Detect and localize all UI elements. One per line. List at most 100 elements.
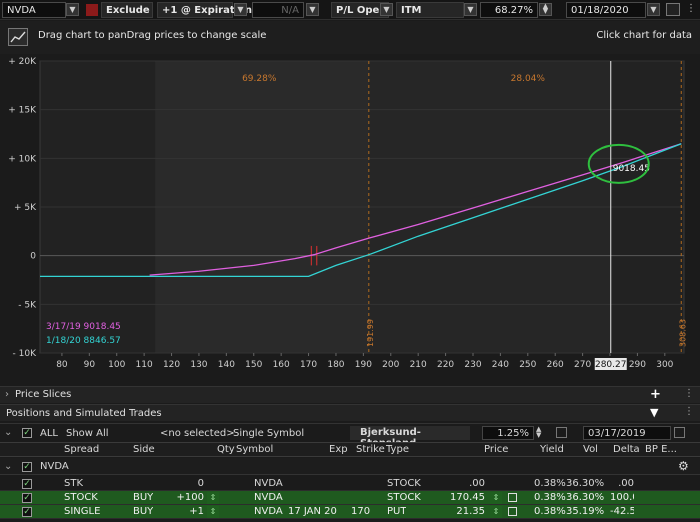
x-tick-label: 250 (519, 360, 536, 370)
more-icon[interactable]: ⋮ (686, 3, 696, 16)
price-stepper-icon[interactable]: ⇕ (490, 492, 502, 504)
group-row[interactable]: ⌄ ✓ NVDA ⚙ (0, 458, 700, 475)
simulation-date-field[interactable]: 03/17/2019 (583, 426, 671, 440)
row-checkbox[interactable]: ✓ (22, 493, 32, 503)
positions-section[interactable]: Positions and Simulated Trades ▼ ⋮ (0, 404, 700, 421)
x-tick-label: 100 (108, 360, 125, 370)
x-tick-label: 220 (437, 360, 454, 370)
col-type[interactable]: Type (386, 444, 409, 455)
y-tick-label: - 5K (18, 300, 37, 310)
col-yield[interactable]: Yield (540, 444, 564, 455)
na-field[interactable]: N/A (252, 2, 304, 18)
row-checkbox[interactable]: ✓ (22, 507, 32, 517)
x-tick-label: 90 (84, 360, 96, 370)
table-row[interactable]: ✓ STOCK BUY +100 NVDA STOCK 170.45 0.38% 36.30% 1… (0, 491, 700, 505)
cell-spread: STOCK (64, 492, 98, 503)
y-tick-label: + 5K (14, 203, 37, 213)
col-qty[interactable]: Qty (217, 444, 235, 455)
cell-delta: .00 (618, 478, 634, 489)
date-field[interactable]: 01/18/2020 (566, 2, 646, 18)
symbol-input[interactable]: NVDA (2, 2, 66, 18)
group-settings-gear-icon[interactable]: ⚙ (678, 459, 689, 473)
group-checkbox[interactable]: ✓ (22, 462, 32, 472)
group-chevron-icon[interactable]: ⌄ (4, 461, 12, 472)
date-dropdown-icon[interactable]: ▼ (647, 3, 660, 16)
cell-symbol: NVDA (254, 478, 283, 489)
col-spread[interactable]: Spread (64, 444, 99, 455)
price-lock-icon[interactable] (508, 507, 517, 516)
all-checkbox[interactable]: ✓ (22, 428, 32, 438)
qty-stepper-icon[interactable]: ⇕ (207, 506, 219, 518)
cell-price: .00 (469, 478, 485, 489)
cell-delta: 100.00 (610, 492, 634, 503)
cell-type: STOCK (387, 492, 421, 503)
rate-lock-icon[interactable] (556, 427, 567, 438)
price-stepper-icon[interactable]: ⇕ (490, 506, 502, 518)
exclude-button[interactable]: Exclude (101, 2, 153, 18)
col-exp[interactable]: Exp (329, 444, 348, 455)
x-tick-label: 150 (245, 360, 262, 370)
model-selector[interactable]: Bjerksund-Stensland (350, 426, 470, 449)
chart-settings-icon[interactable] (8, 28, 28, 46)
chart-info-bar: Drag chart to panDrag prices to change s… (0, 21, 700, 54)
itm-selector[interactable]: ITM (396, 2, 464, 18)
y-tick-label: + 20K (8, 57, 37, 67)
x-tick-label: 190 (355, 360, 372, 370)
row-checkbox[interactable]: ✓ (22, 479, 32, 489)
table-row[interactable]: ✓ SINGLE BUY +1 NVDA 17 JAN 20 170 PUT 21.35 0.38… (0, 505, 700, 519)
probability-field[interactable]: 68.27% (480, 2, 538, 18)
selected-filter[interactable]: <no selected> (160, 428, 235, 439)
na-dropdown-icon[interactable]: ▼ (306, 3, 319, 16)
risk-profile-chart[interactable]: + 20K + 15K + 10K + 5K 0 - 5K - 10K 80 90 100 110 1… (0, 55, 700, 383)
col-price[interactable]: Price (484, 444, 508, 455)
cell-side: BUY (133, 506, 154, 517)
cell-yield: 0.38% (534, 492, 566, 503)
positions-filter-bar: ⌄ ✓ ALL Show All <no selected> Single Sy… (0, 423, 700, 449)
positions-menu-icon[interactable]: ⋮ (684, 406, 694, 417)
collapse-all-chevron-icon[interactable]: ⌄ (4, 427, 12, 438)
col-symbol[interactable]: Symbol (236, 444, 273, 455)
probability-stepper-icon[interactable]: ▲ ▼ (539, 3, 552, 16)
cell-exp: 17 JAN 20 (288, 506, 337, 517)
cell-strike: 170 (351, 506, 371, 517)
calendar-icon[interactable] (666, 3, 680, 16)
x-tick-label: 300 (656, 360, 673, 370)
simulation-calendar-icon[interactable] (674, 427, 685, 438)
cell-qty: +1 (189, 506, 204, 517)
cell-spread: STK (64, 478, 84, 489)
col-strike[interactable]: Strike (356, 444, 385, 455)
qty-stepper-icon[interactable]: ⇕ (207, 492, 219, 504)
y-tick-label: 0 (30, 252, 36, 262)
x-tick-label: 210 (410, 360, 427, 370)
rate-field[interactable]: 1.25% (482, 426, 534, 440)
click-hint-text: Click chart for data (596, 30, 692, 41)
y-tick-label: - 10K (13, 349, 38, 359)
expand-chevron-icon[interactable]: › (5, 389, 9, 400)
positions-table-header: Spread Side Qty Symbol Exp Strike Type P… (0, 442, 700, 457)
itm-dropdown-icon[interactable]: ▼ (464, 3, 477, 16)
add-slice-icon[interactable]: + (650, 387, 661, 402)
crosshair-x-label: 280.27 (595, 360, 627, 370)
col-delta[interactable]: Delta (613, 444, 640, 455)
chart-plot[interactable]: + 20K + 15K + 10K + 5K 0 - 5K - 10K 80 90 100 110 1… (0, 55, 700, 383)
col-vol[interactable]: Vol (583, 444, 598, 455)
collapse-icon[interactable]: ▼ (650, 406, 658, 419)
show-all-selector[interactable]: Show All (66, 428, 109, 439)
single-symbol-selector[interactable]: Single Symbol (233, 428, 304, 439)
col-bp-effect[interactable]: BP E... (645, 444, 677, 455)
rate-stepper-icon[interactable]: ▲ ▼ (536, 426, 541, 439)
exclude-flag-icon[interactable] (86, 4, 98, 16)
table-row[interactable]: ✓ STK 0 NVDA STOCK .00 0.38% 36.30% .00 (0, 477, 700, 491)
settings-gear-icon[interactable]: ⋮ (684, 388, 694, 399)
col-side[interactable]: Side (133, 444, 155, 455)
cell-side: BUY (133, 492, 154, 503)
price-slices-title: Price Slices (15, 389, 72, 400)
legend-entry: 1/18/20 8846.57 (46, 336, 121, 346)
pl-mode-dropdown-icon[interactable]: ▼ (380, 3, 393, 16)
offset-selector[interactable]: +1 @ Expiration (157, 2, 252, 18)
price-lock-icon[interactable] (508, 493, 517, 502)
expected-move-label: 308.63 (678, 319, 687, 347)
offset-dropdown-icon[interactable]: ▼ (234, 3, 247, 16)
symbol-dropdown-icon[interactable]: ▼ (66, 3, 79, 16)
price-slices-section[interactable]: › Price Slices + ⋮ (0, 386, 700, 403)
